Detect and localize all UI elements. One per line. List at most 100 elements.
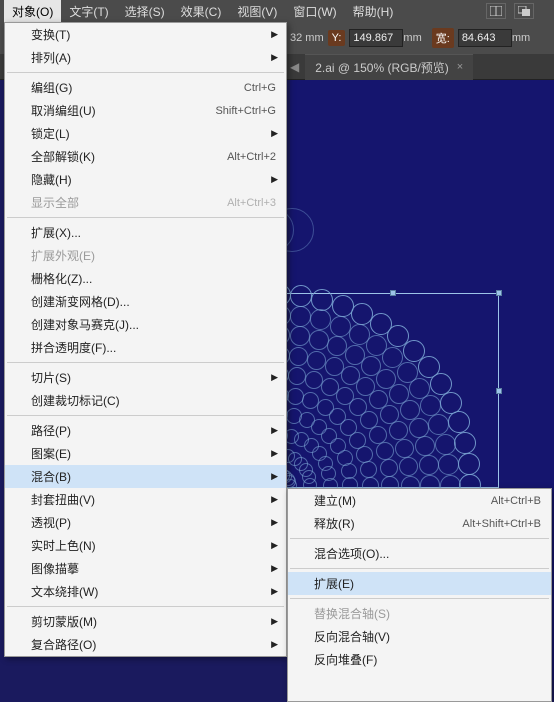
object-menu-item[interactable]: 创建对象马赛克(J)... bbox=[5, 313, 286, 336]
blend-menu-item[interactable]: 反向堆叠(F) bbox=[288, 648, 551, 671]
blend-circle bbox=[435, 434, 456, 455]
menu-item-label: 编组(G) bbox=[31, 79, 72, 96]
blend-menu-item[interactable]: 反向混合轴(V) bbox=[288, 625, 551, 648]
menu-item-label: 文本绕排(W) bbox=[31, 583, 98, 600]
menu-item-label: 栅格化(Z)... bbox=[31, 270, 92, 287]
object-menu-item[interactable]: 隐藏(H) ▶ bbox=[5, 168, 286, 191]
tab-prev-indicator[interactable]: ◀ bbox=[290, 60, 299, 74]
selection-handle-tr[interactable] bbox=[496, 290, 502, 296]
menu-separator bbox=[7, 415, 284, 416]
unit-label: 32 mm bbox=[290, 32, 324, 44]
blend-circle bbox=[356, 446, 373, 463]
blend-menu-item[interactable]: 释放(R) Alt+Shift+Ctrl+B bbox=[288, 512, 551, 535]
menu-item-label: 扩展外观(E) bbox=[31, 247, 95, 264]
object-menu-item[interactable]: 创建渐变网格(D)... bbox=[5, 290, 286, 313]
blend-menu-item[interactable]: 混合选项(O)... bbox=[288, 542, 551, 565]
blend-circle bbox=[309, 330, 329, 350]
y-label: Y: bbox=[328, 30, 346, 46]
object-menu-item[interactable]: 实时上色(N)▶ bbox=[5, 534, 286, 557]
menu-item-label: 释放(R) bbox=[314, 515, 355, 532]
blend-menu-item[interactable]: 扩展(E) bbox=[288, 572, 551, 595]
blend-menu-item[interactable]: 建立(M)Alt+Ctrl+B bbox=[288, 489, 551, 512]
chevron-right-icon: ▶ bbox=[271, 174, 278, 185]
menubar: 对象(O) 文字(T) 选择(S) 效果(C) 视图(V) 窗口(W) 帮助(H… bbox=[0, 0, 554, 22]
object-menu-item[interactable]: 透视(P)▶ bbox=[5, 511, 286, 534]
chevron-right-icon: ▶ bbox=[271, 471, 278, 482]
menu-item-label: 图像描摹 bbox=[31, 560, 79, 577]
menu-item-shortcut: Shift+Ctrl+G bbox=[215, 105, 276, 117]
menu-separator bbox=[7, 362, 284, 363]
menu-item-label: 反向混合轴(V) bbox=[314, 628, 390, 645]
blend-circle bbox=[290, 326, 310, 346]
chevron-right-icon: ▶ bbox=[271, 128, 278, 139]
menu-effect[interactable]: 效果(C) bbox=[173, 0, 230, 22]
menu-item-label: 创建渐变网格(D)... bbox=[31, 293, 130, 310]
chevron-right-icon: ▶ bbox=[271, 52, 278, 63]
doc-grid-icon[interactable] bbox=[486, 3, 506, 19]
object-menu-item[interactable]: 编组(G) Ctrl+G bbox=[5, 76, 286, 99]
menu-object[interactable]: 对象(O) bbox=[4, 0, 61, 22]
width-input[interactable] bbox=[458, 29, 512, 47]
blend-circle bbox=[290, 306, 311, 327]
chevron-right-icon: ▶ bbox=[271, 372, 278, 383]
blend-circle bbox=[458, 453, 480, 475]
menu-item-label: 创建裁切标记(C) bbox=[31, 392, 120, 409]
object-menu-item[interactable]: 变换(T)▶ bbox=[5, 23, 286, 46]
object-menu-item[interactable]: 混合(B)▶ bbox=[5, 465, 286, 488]
object-menu-item[interactable]: 取消编组(U) Shift+Ctrl+G bbox=[5, 99, 286, 122]
menu-type[interactable]: 文字(T) bbox=[61, 0, 116, 22]
blend-circle bbox=[419, 455, 439, 475]
menu-item-shortcut: Alt+Shift+Ctrl+B bbox=[462, 518, 541, 530]
menu-item-label: 取消编组(U) bbox=[31, 102, 96, 119]
menu-item-label: 拼合透明度(F)... bbox=[31, 339, 116, 356]
object-menu-item[interactable]: 文本绕排(W)▶ bbox=[5, 580, 286, 603]
menu-item-label: 反向堆叠(F) bbox=[314, 651, 377, 668]
chevron-right-icon: ▶ bbox=[271, 616, 278, 627]
object-menu-item[interactable]: 剪切蒙版(M)▶ bbox=[5, 610, 286, 633]
close-icon[interactable]: × bbox=[457, 61, 463, 73]
blend-circle bbox=[415, 436, 435, 456]
object-menu-item[interactable]: 创建裁切标记(C) bbox=[5, 389, 286, 412]
object-menu-item[interactable]: 图案(E)▶ bbox=[5, 442, 286, 465]
object-menu-item[interactable]: 排列(A)▶ bbox=[5, 46, 286, 69]
menu-item-label: 创建对象马赛克(J)... bbox=[31, 316, 139, 333]
menu-item-label: 显示全部 bbox=[31, 194, 79, 211]
object-menu-item[interactable]: 图像描摹▶ bbox=[5, 557, 286, 580]
menu-help[interactable]: 帮助(H) bbox=[345, 0, 402, 22]
object-menu-item[interactable]: 复合路径(O)▶ bbox=[5, 633, 286, 656]
blend-circle bbox=[395, 439, 414, 458]
blend-circle bbox=[307, 351, 326, 370]
blend-circle bbox=[332, 295, 354, 317]
menu-item-shortcut: Alt+Ctrl+B bbox=[491, 495, 541, 507]
menu-item-label: 隐藏(H) bbox=[31, 171, 72, 188]
object-menu-item[interactable]: 栅格化(Z)... bbox=[5, 267, 286, 290]
document-tab[interactable]: 2.ai @ 150% (RGB/预览) × bbox=[305, 54, 473, 80]
object-menu-item[interactable]: 扩展(X)... bbox=[5, 221, 286, 244]
chevron-right-icon: ▶ bbox=[271, 494, 278, 505]
blend-circle bbox=[409, 418, 429, 438]
menu-separator bbox=[7, 606, 284, 607]
chevron-right-icon: ▶ bbox=[271, 639, 278, 650]
menu-select[interactable]: 选择(S) bbox=[117, 0, 173, 22]
menu-item-shortcut: Ctrl+G bbox=[244, 82, 276, 94]
menu-view[interactable]: 视图(V) bbox=[229, 0, 285, 22]
object-menu-item[interactable]: 切片(S) ▶ bbox=[5, 366, 286, 389]
object-menu-item[interactable]: 封套扭曲(V)▶ bbox=[5, 488, 286, 511]
chevron-right-icon: ▶ bbox=[271, 540, 278, 551]
menu-item-label: 切片(S) bbox=[31, 369, 71, 386]
object-menu-item[interactable]: 锁定(L) ▶ bbox=[5, 122, 286, 145]
arrange-icon[interactable] bbox=[514, 3, 534, 19]
object-menu-item[interactable]: 拼合透明度(F)... bbox=[5, 336, 286, 359]
object-menu-item[interactable]: 路径(P)▶ bbox=[5, 419, 286, 442]
blend-circle bbox=[400, 400, 420, 420]
menu-item-label: 扩展(X)... bbox=[31, 224, 81, 241]
selection-handle-tm[interactable] bbox=[390, 290, 396, 296]
menu-separator bbox=[290, 568, 549, 569]
menu-item-label: 锁定(L) bbox=[31, 125, 70, 142]
object-menu-item[interactable]: 全部解锁(K)Alt+Ctrl+2 bbox=[5, 145, 286, 168]
chevron-right-icon: ▶ bbox=[271, 29, 278, 40]
y-input[interactable] bbox=[349, 29, 403, 47]
menu-item-label: 混合选项(O)... bbox=[314, 545, 389, 562]
menu-window[interactable]: 窗口(W) bbox=[285, 0, 344, 22]
selection-handle-mr[interactable] bbox=[496, 388, 502, 394]
